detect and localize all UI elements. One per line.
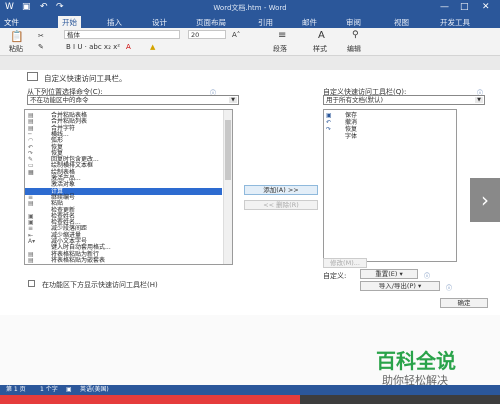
proofing-icon[interactable]: ▣ <box>66 385 72 395</box>
qat-item-icon: ▣ <box>326 112 332 119</box>
styles-icon[interactable]: A <box>318 30 325 41</box>
qat-item-icon: ↷ <box>326 126 332 133</box>
tab-review[interactable]: 审阅 <box>342 16 365 28</box>
remove-button[interactable]: << 删除(R) <box>244 200 318 210</box>
qat-items-list[interactable]: ▣ 保存 ↶ 撤消 ↷ 恢复 字体 <box>323 109 457 262</box>
ribbon: 📋 粘贴 ✂ ✎ 楷体 20 A˄ B I U · abc x₂ x² A ▲ … <box>0 28 500 82</box>
command-icon: ▤ <box>28 256 34 264</box>
font-color-icon[interactable]: A <box>126 43 131 51</box>
find-icon[interactable]: ⚲ <box>352 30 359 40</box>
status-bar: 第 1 页 1 个字 ▣ 英语(美国) <box>0 385 500 395</box>
list-item[interactable]: ▤ 将表格粘贴为嵌套表 <box>25 257 222 264</box>
modify-button[interactable]: 修改(M)... <box>323 258 367 268</box>
font-size-field[interactable]: 20 <box>188 30 226 39</box>
video-progress-played[interactable] <box>0 395 300 404</box>
command-label: 将表格粘贴为嵌套表 <box>51 256 106 264</box>
clipboard-icon[interactable]: 📋 <box>10 30 24 43</box>
tab-insert[interactable]: 插入 <box>103 16 126 28</box>
document-gap <box>0 56 500 70</box>
import-export-button[interactable]: 导入/导出(P) ▾ <box>360 281 440 291</box>
format-painter-icon[interactable]: ✎ <box>38 43 44 51</box>
brand-watermark: 百科全说 <box>376 349 456 373</box>
commands-scrollbar[interactable] <box>223 110 232 264</box>
tab-design[interactable]: 设计 <box>148 16 171 28</box>
tab-file[interactable]: 文件 <box>0 16 23 28</box>
ribbon-tabs: 文件 开始 插入 设计 页面布局 引用 邮件 审阅 视图 开发工具 <box>0 15 500 28</box>
show-below-checkbox[interactable] <box>28 280 35 287</box>
highlight-icon[interactable]: ▲ <box>150 43 155 51</box>
video-progress-remaining[interactable] <box>300 395 500 404</box>
customize-value: 用于所有文档(默认) <box>326 96 384 104</box>
tab-home[interactable]: 开始 <box>58 16 81 28</box>
customize-qat-dialog: 自定义快速访问工具栏。 从下列位置选择命令(C): ⓘ 不在功能区中的命令 ▼ … <box>0 70 500 315</box>
maximize-icon[interactable]: □ <box>460 2 469 12</box>
cut-icon[interactable]: ✂ <box>38 32 44 40</box>
reset-button[interactable]: 重置(E) ▾ <box>360 269 418 279</box>
choose-from-select[interactable]: 不在功能区中的命令 ▼ <box>27 95 239 105</box>
add-button[interactable]: 添加(A) >> <box>244 185 318 195</box>
choose-from-value: 不在功能区中的命令 <box>30 96 89 104</box>
show-below-label: 在功能区下方显示快速访问工具栏(H) <box>42 281 158 289</box>
tab-references[interactable]: 引用 <box>254 16 277 28</box>
tab-mailings[interactable]: 邮件 <box>298 16 321 28</box>
minimize-icon[interactable]: — <box>440 2 449 12</box>
paragraph-label[interactable]: 段落 <box>273 44 287 54</box>
qat-item-label: 保存 <box>345 112 358 119</box>
close-icon[interactable]: ✕ <box>482 2 490 12</box>
language-status[interactable]: 英语(美国) <box>80 385 109 395</box>
qat-item-icon: ↶ <box>326 119 332 126</box>
qat-item-label: 撤消 <box>345 119 358 126</box>
paragraph-icon[interactable]: ≡ <box>278 30 286 41</box>
qat-icon <box>27 72 38 81</box>
paste-label[interactable]: 粘贴 <box>9 44 23 54</box>
chevron-right-icon[interactable]: › <box>470 178 500 222</box>
chevron-down-icon[interactable]: ▼ <box>475 97 483 103</box>
window-title: Word文档.htm - Word <box>213 4 287 12</box>
scrollbar-thumb[interactable] <box>225 120 231 180</box>
tab-view[interactable]: 视图 <box>390 16 413 28</box>
editing-label[interactable]: 编辑 <box>347 44 361 54</box>
title-bar: W ▣ ↶ ↷ Word文档.htm - Word — □ ✕ <box>0 0 500 15</box>
font-name-field[interactable]: 楷体 <box>64 30 180 39</box>
page-count[interactable]: 第 1 页 <box>6 385 26 395</box>
qat-item-label: 恢复 <box>345 126 358 133</box>
ok-button[interactable]: 确定 <box>440 298 488 308</box>
word-count[interactable]: 1 个字 <box>40 385 58 395</box>
info-icon: ⓘ <box>446 285 453 292</box>
info-icon: ⓘ <box>424 273 431 280</box>
chevron-down-icon[interactable]: ▼ <box>229 97 237 103</box>
customize-select[interactable]: 用于所有文档(默认) ▼ <box>323 95 485 105</box>
format-buttons[interactable]: B I U · abc x₂ x² <box>66 43 120 51</box>
commands-list[interactable]: ▤ 合并粘贴表格 ▤ 合并粘贴列表 ▤ 合并字符 ─ 横线... ◠ 弧形 ↶ 恢复 ↷ 恢复 ✎ 回复时包含… <box>24 109 233 265</box>
tab-developer[interactable]: 开发工具 <box>436 16 474 28</box>
tab-layout[interactable]: 页面布局 <box>192 16 230 28</box>
dialog-heading: 自定义快速访问工具栏。 <box>44 74 127 83</box>
styles-label[interactable]: 样式 <box>313 44 327 54</box>
customizations-label: 自定义: <box>323 272 347 280</box>
grow-font-icon[interactable]: A˄ <box>232 31 240 39</box>
qat-item-label: 字体 <box>345 133 358 140</box>
